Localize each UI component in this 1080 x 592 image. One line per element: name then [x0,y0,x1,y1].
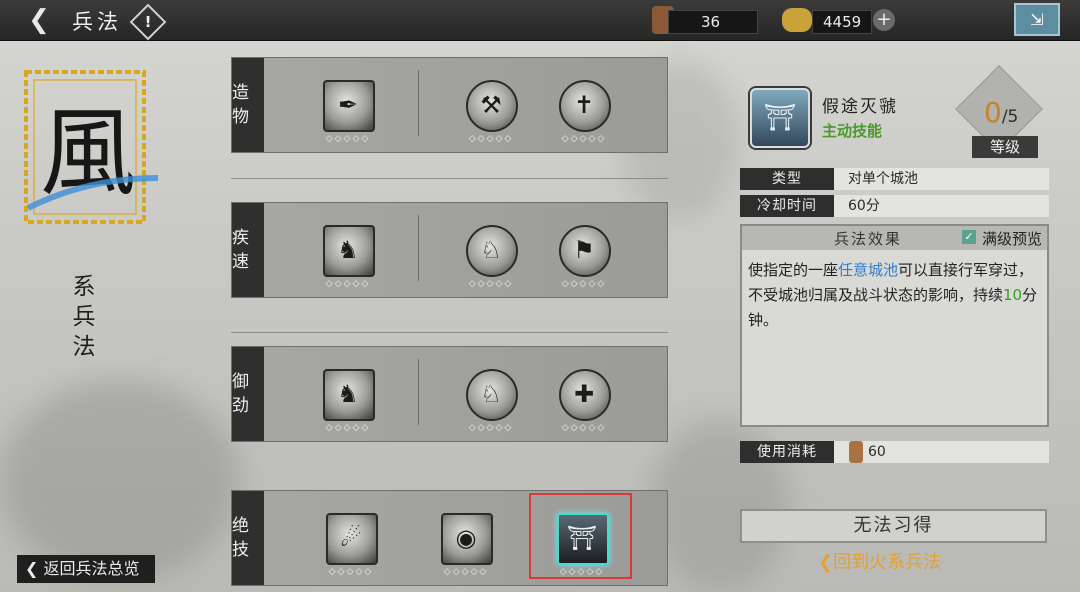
skill-row-yujin: 御劲 ♞ ◇◇◇◇◇ ♘ ◇◇◇◇◇ ✚ ◇◇◇◇◇ [231,346,668,442]
token-counter: 36 [668,10,758,34]
download-icon: ⇲ [1030,10,1044,29]
row-divider [418,70,419,136]
divider [231,332,668,333]
cost-key: 使用消耗 [740,441,834,463]
skill-node[interactable]: ♘ ◇◇◇◇◇ [464,223,518,289]
chevron-left-icon: ❮ [25,559,39,578]
row-label: 疾速 [232,203,264,297]
skill-node[interactable]: ♘ ◇◇◇◇◇ [464,367,518,433]
chevron-left-icon: ❮ [818,552,834,573]
skill-node[interactable]: ⚒ ◇◇◇◇◇ [464,78,518,144]
divider [231,178,668,179]
return-overview-button[interactable]: ❮ 返回兵法总览 [17,555,155,583]
wind-faction-emblem: 風 [24,70,159,224]
skill-node[interactable]: ⚑ ◇◇◇◇◇ [557,223,611,289]
skill-node[interactable]: ✒ ◇◇◇◇◇ [321,78,375,144]
level-value: 0/5 [984,96,1019,129]
corner-menu-button[interactable]: ⇲ [1014,3,1060,36]
skill-detail-icon: ⛩ [750,88,810,148]
effect-title: 兵法效果 [834,230,903,248]
max-preview-label[interactable]: 满级预览 [982,228,1042,249]
type-key: 类型 [740,168,834,190]
cost-value: 60 [868,444,886,460]
skill-row-zaowu: 造物 ✒ ◇◇◇◇◇ ⚒ ◇◇◇◇◇ ✝ ◇◇◇◇◇ [231,57,668,153]
skill-node[interactable]: ♞ ◇◇◇◇◇ [321,223,375,289]
page-title: 兵法 [72,10,122,34]
skill-node[interactable]: ✚ ◇◇◇◇◇ [557,367,611,433]
effect-panel: 兵法效果 ✓ 满级预览 使指定的一座任意城池可以直接行军穿过，不受城池归属及战斗… [740,224,1049,427]
row-label: 御劲 [232,347,264,441]
gold-ingot-icon [782,8,812,32]
effect-description: 使指定的一座任意城池可以直接行军穿过，不受城池归属及战斗状态的影响，持续10分钟… [748,261,1038,329]
skill-kind: 主动技能 [822,122,883,140]
return-overview-label: 返回兵法总览 [43,559,140,578]
fire-faction-link[interactable]: ❮回到火系兵法 [818,548,941,574]
token-value: 36 [701,13,721,31]
top-bar: ❮ 兵法 ! 36 4459 + ⇲ [0,0,1080,41]
skill-node[interactable]: ♞ ◇◇◇◇◇ [321,367,375,433]
row-label: 绝技 [232,491,264,585]
cooldown-key: 冷却时间 [740,195,834,217]
gold-value: 4459 [823,13,862,31]
help-icon[interactable]: ! [129,3,167,41]
back-button[interactable]: ❮ [22,6,56,34]
chevron-left-icon: ❮ [28,5,50,35]
fire-link-label: 回到火系兵法 [833,552,942,573]
row-divider [418,215,419,281]
castle-gate-icon: ⛩ [763,103,797,133]
token-icon [849,441,863,463]
skill-node[interactable]: ✝ ◇◇◇◇◇ [557,78,611,144]
learn-button[interactable]: 无法习得 [740,509,1047,543]
selection-highlight [529,493,632,579]
svg-text:風: 風 [40,97,136,209]
type-row: 类型 对单个城池 [740,168,1049,190]
skill-name: 假途灭虢 [822,97,898,117]
type-value: 对单个城池 [848,171,918,187]
cost-row: 使用消耗 60 [740,441,1049,463]
skill-node[interactable]: ☄ ◇◇◇◇◇ [324,511,378,577]
skill-row-jisu: 疾速 ♞ ◇◇◇◇◇ ♘ ◇◇◇◇◇ ⚑ ◇◇◇◇◇ [231,202,668,298]
cooldown-row: 冷却时间 60分 [740,195,1049,217]
row-label: 造物 [232,58,264,152]
skill-node[interactable]: ◉ ◇◇◇◇◇ [439,511,493,577]
row-divider [418,359,419,425]
gold-counter: 4459 [812,10,872,34]
add-gold-button[interactable]: + [873,9,895,31]
cooldown-value: 60分 [848,198,880,214]
max-preview-checkbox[interactable]: ✓ [962,230,976,244]
ink-wash-decoration [0,380,240,580]
level-tag: 等级 [972,136,1038,158]
faction-label: 系兵法 [72,274,96,360]
